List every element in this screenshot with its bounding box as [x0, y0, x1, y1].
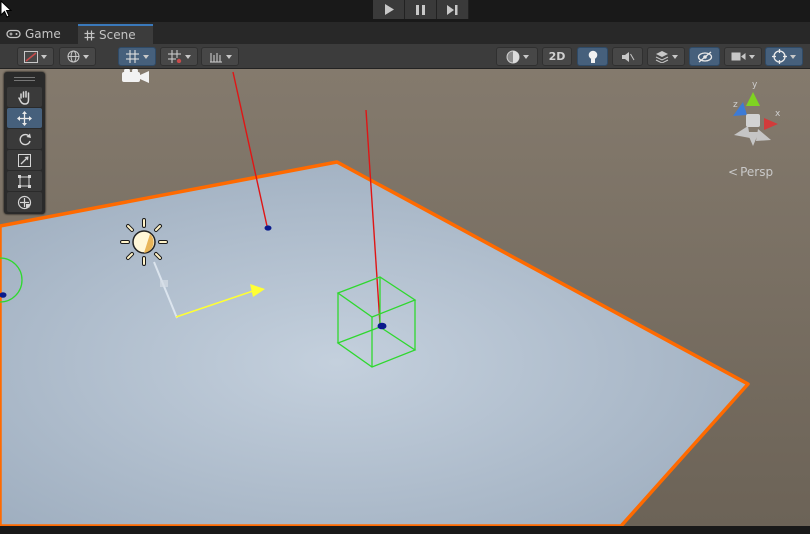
- sphere-shading-icon: [506, 50, 519, 63]
- ray-hit-point[interactable]: [264, 225, 272, 231]
- lighting-toggle[interactable]: [577, 47, 608, 66]
- step-icon: [447, 4, 458, 15]
- gizmo-axis-z-label: z: [733, 100, 738, 110]
- toggle-2d-button[interactable]: 2D: [542, 47, 572, 66]
- tab-scene-label: Scene: [99, 28, 136, 42]
- gamepad-icon: [6, 29, 21, 39]
- chevron-down-icon: [749, 54, 755, 59]
- combined-transform-icon: [17, 195, 32, 209]
- mouse-cursor-icon: [0, 0, 12, 18]
- shaded-draw-mode-icon: [24, 50, 38, 63]
- chevron-down-icon: [82, 54, 89, 59]
- eye-hidden-icon: [697, 51, 712, 62]
- sun-light-icon[interactable]: [120, 218, 168, 266]
- effects-dropdown[interactable]: [647, 47, 685, 66]
- tab-game-label: Game: [25, 27, 61, 41]
- grid-ruler-icon: [209, 52, 222, 63]
- view-options-dropdown[interactable]: [496, 47, 538, 66]
- light-bulb-icon: [588, 50, 597, 63]
- step-button[interactable]: [437, 0, 469, 19]
- rect-transform-icon: [18, 174, 31, 188]
- chevron-down-icon: [142, 54, 149, 59]
- toggle-2d-label: 2D: [548, 50, 566, 63]
- globe-icon: [67, 50, 79, 63]
- play-mode-bar: [0, 0, 810, 22]
- hand-icon: [17, 90, 29, 105]
- increment-snap-icon: [167, 50, 181, 63]
- increment-snapping-dropdown[interactable]: [160, 47, 198, 66]
- play-button[interactable]: [373, 0, 405, 19]
- layers-effects-icon: [655, 51, 668, 63]
- camera-icon: [731, 52, 746, 61]
- transform-tool-button[interactable]: [7, 192, 42, 212]
- grid-snap-icon: [125, 50, 139, 63]
- transform-tool-panel: [4, 72, 45, 214]
- chevron-down-icon: [522, 54, 529, 59]
- gizmo-crosshair-icon: [772, 49, 787, 64]
- grid-snapping-dropdown[interactable]: [118, 47, 156, 66]
- hash-icon: [84, 30, 95, 40]
- scene-viewport[interactable]: y z x: [0, 69, 810, 526]
- audio-toggle[interactable]: [612, 47, 643, 66]
- grid-visibility-dropdown[interactable]: [201, 47, 239, 66]
- tab-scene[interactable]: Scene: [78, 24, 153, 44]
- gizmo-axis-y-label: y: [752, 80, 758, 90]
- rotate-icon: [19, 133, 31, 146]
- speaker-muted-icon: [621, 51, 634, 62]
- chevron-down-icon: [225, 54, 232, 59]
- object-pivot-point[interactable]: [377, 322, 387, 330]
- chevron-down-icon: [41, 54, 47, 59]
- camera-settings-dropdown[interactable]: [724, 47, 762, 66]
- pause-button[interactable]: [405, 0, 437, 19]
- pause-icon: [416, 4, 425, 15]
- gizmos-dropdown[interactable]: [765, 47, 803, 66]
- chevron-down-icon: [184, 54, 191, 59]
- editor-tab-bar: Game Scene: [0, 22, 810, 44]
- chevron-down-icon: [671, 54, 678, 59]
- scale-icon: [18, 153, 31, 167]
- scene-visibility-toggle[interactable]: [689, 47, 720, 66]
- scale-tool-button[interactable]: [7, 150, 42, 170]
- panel-grip[interactable]: [14, 77, 35, 78]
- rect-tool-button[interactable]: [7, 171, 42, 191]
- move-tool-button[interactable]: [7, 108, 42, 128]
- projection-toggle[interactable]: < Persp: [728, 165, 773, 179]
- gizmo-axis-x-label: x: [775, 109, 781, 119]
- chevron-down-icon: [790, 54, 796, 59]
- panel-grip[interactable]: [14, 80, 35, 81]
- render-mode-dropdown[interactable]: [59, 47, 96, 66]
- play-icon: [384, 4, 394, 15]
- hand-tool-button[interactable]: [7, 87, 42, 107]
- rotate-tool-button[interactable]: [7, 129, 42, 149]
- draw-mode-dropdown[interactable]: [17, 47, 54, 66]
- chevron-left-icon: <: [728, 165, 739, 179]
- tab-game[interactable]: Game: [6, 24, 76, 44]
- handle-square[interactable]: [160, 280, 168, 287]
- projection-label: Persp: [740, 165, 774, 179]
- play-controls: [373, 0, 469, 19]
- scene-toolbar: 2D: [0, 44, 810, 69]
- bottom-edge: [0, 526, 810, 534]
- move-arrows-icon: [17, 110, 32, 126]
